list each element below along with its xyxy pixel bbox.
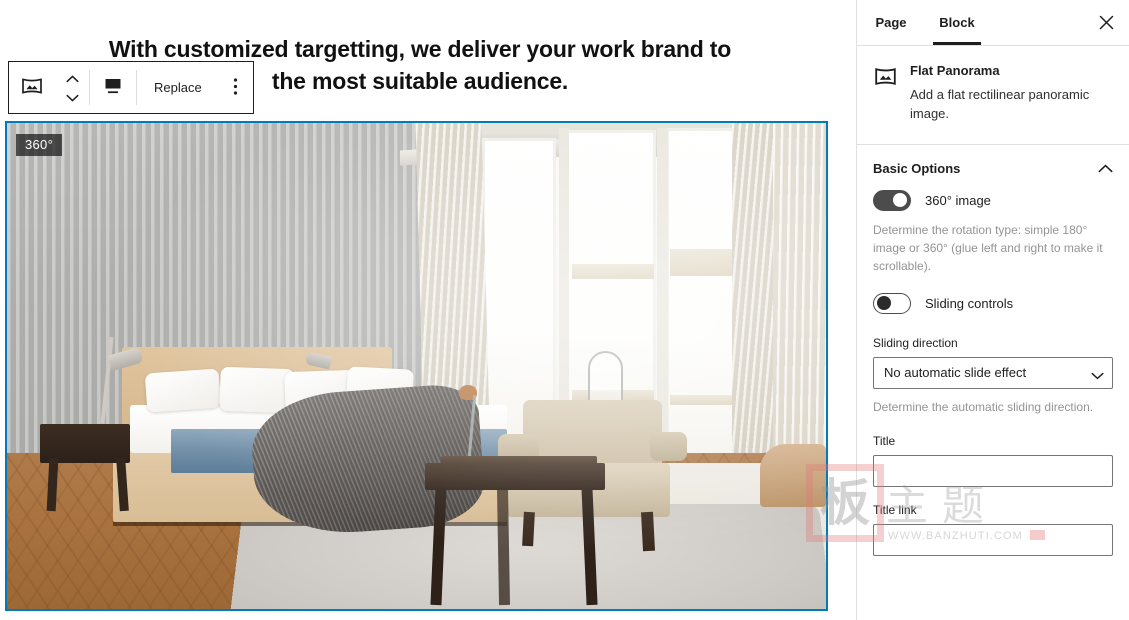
title-label: Title <box>873 433 896 448</box>
basic-options-panel: Basic Options 360° image Determine the r… <box>857 145 1129 582</box>
close-icon <box>1099 15 1114 33</box>
block-info-card: Flat Panorama Add a flat rectilinear pan… <box>857 46 1129 145</box>
block-toolbar: Replace <box>8 61 254 114</box>
block-info-text: Flat Panorama Add a flat rectilinear pan… <box>910 63 1113 124</box>
tab-block[interactable]: Block <box>929 0 985 45</box>
chevron-down-icon <box>65 90 79 105</box>
more-options-button[interactable] <box>219 62 253 113</box>
full-width-button[interactable] <box>90 62 136 113</box>
help-text-sliding-direction: Determine the automatic sliding directio… <box>873 399 1094 414</box>
panel-title: Basic Options <box>873 160 961 176</box>
toggle-knob <box>877 296 891 311</box>
toggle-row-360-image: 360° image <box>873 189 1113 211</box>
status-badge-360: 360° <box>16 134 63 156</box>
panorama-icon <box>873 64 897 88</box>
panorama-image-block[interactable]: 360° <box>5 121 828 611</box>
toggle-360-image[interactable] <box>873 189 911 211</box>
block-title: Flat Panorama <box>910 63 1000 78</box>
title-field-block: Title <box>873 434 1113 487</box>
sidebar-tabs: Page Block <box>857 0 1129 46</box>
move-block-buttons[interactable] <box>55 62 89 113</box>
ellipsis-vertical-icon <box>233 77 238 99</box>
toggle-360-image-label: 360° image <box>925 192 991 208</box>
chevron-up-icon <box>1098 161 1113 176</box>
panorama-image: 360° <box>7 123 826 609</box>
panorama-icon <box>21 77 43 98</box>
sliding-direction-wrap: No automatic slide effect <box>873 356 1113 389</box>
help-text-360-image: Determine the rotation type: simple 180°… <box>873 222 1103 273</box>
title-link-label: Title link <box>873 502 917 517</box>
toggle-knob <box>893 193 907 208</box>
close-sidebar-button[interactable] <box>1090 8 1122 40</box>
basic-options-panel-body: 360° image Determine the rotation type: … <box>857 189 1129 582</box>
app-root: With customized targetting, we deliver y… <box>0 0 1129 620</box>
toggle-sliding-controls-label: Sliding controls <box>925 295 1014 311</box>
basic-options-panel-header[interactable]: Basic Options <box>857 145 1129 190</box>
tab-page[interactable]: Page <box>865 0 917 45</box>
block-description: Add a flat rectilinear panoramic image. <box>910 87 1090 121</box>
toggle-sliding-controls[interactable] <box>873 292 911 314</box>
full-width-icon <box>102 76 124 99</box>
title-link-field-block: Title link <box>873 503 1113 556</box>
hotel-room-scene <box>7 123 826 609</box>
title-input[interactable] <box>873 454 1113 487</box>
sliding-direction-select[interactable]: No automatic slide effect <box>873 356 1113 389</box>
settings-sidebar: Page Block Flat Panorama Add a flat rect… <box>856 0 1129 620</box>
title-link-input[interactable] <box>873 523 1113 556</box>
block-type-group <box>9 62 89 113</box>
chevron-up-icon <box>65 71 79 86</box>
editor-canvas: With customized targetting, we deliver y… <box>0 0 833 620</box>
sliding-direction-label: Sliding direction <box>873 335 958 350</box>
panorama-icon-button[interactable] <box>9 62 55 113</box>
toggle-row-sliding-controls: Sliding controls <box>873 292 1113 314</box>
alignment-group <box>90 62 136 113</box>
replace-button[interactable]: Replace <box>137 62 219 113</box>
